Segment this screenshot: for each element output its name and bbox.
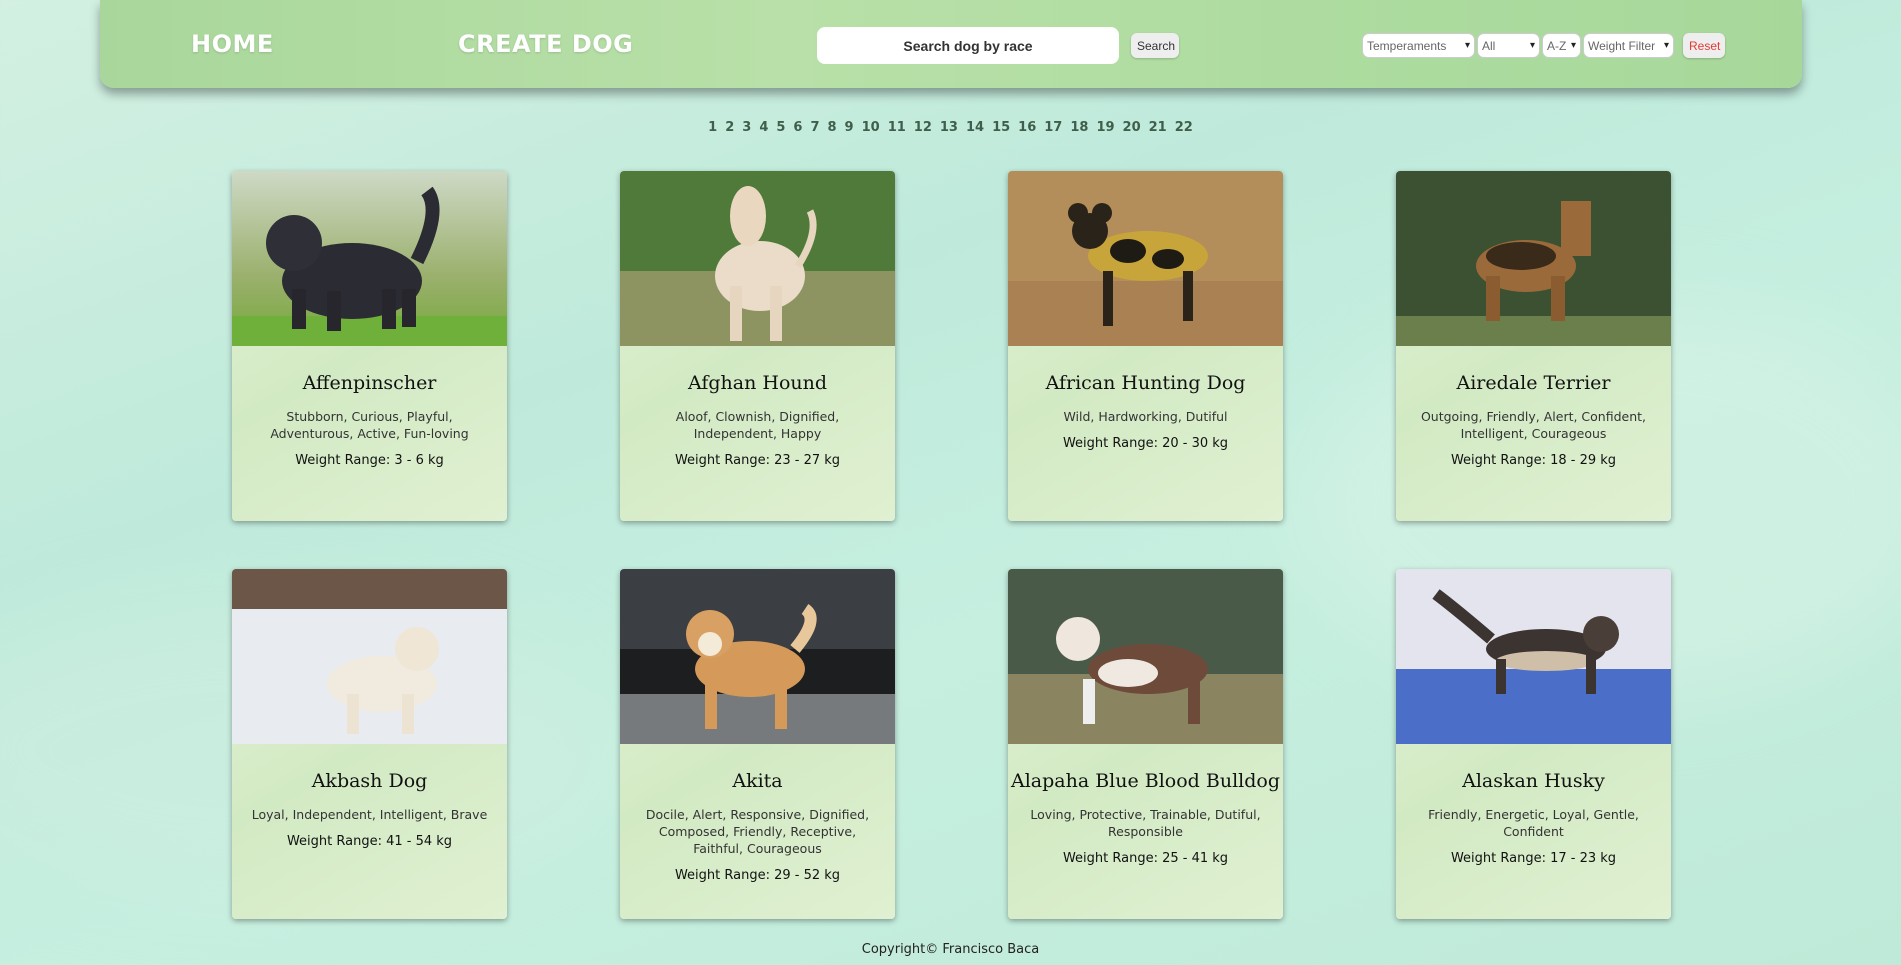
- dog-weight-range: Weight Range: 25 - 41 kg: [1062, 851, 1229, 866]
- page-link[interactable]: 15: [992, 120, 1010, 135]
- page-link[interactable]: 21: [1149, 120, 1167, 135]
- dog-temperaments: Friendly, Energetic, Loyal, Gentle, Conf…: [1428, 807, 1639, 839]
- page-link[interactable]: 19: [1096, 120, 1114, 135]
- page-link[interactable]: 12: [914, 120, 932, 135]
- origin-select[interactable]: All ▾: [1477, 33, 1540, 58]
- page-link[interactable]: 9: [845, 120, 854, 135]
- dog-name: Affenpinscher: [302, 372, 437, 394]
- chevron-down-icon: ▾: [1663, 40, 1669, 51]
- weight-select[interactable]: Weight Filter ▾: [1583, 33, 1674, 58]
- navbar: HOME CREATE DOG Search Temperaments ▾ Al…: [100, 0, 1802, 88]
- dog-photo: [232, 171, 507, 346]
- dog-card[interactable]: Alaskan Husky Friendly, Energetic, Loyal,…: [1396, 569, 1671, 919]
- page-link[interactable]: 16: [1018, 120, 1036, 135]
- dog-temperaments: Loving, Protective, Trainable, Dutiful, …: [1030, 807, 1261, 839]
- dog-photo: [620, 569, 895, 744]
- dog-photo: [232, 569, 507, 744]
- dog-photo: [1008, 171, 1283, 346]
- dog-temperaments: Docile, Alert, Responsive, Dignified, Co…: [645, 807, 870, 856]
- order-select[interactable]: A-Z ▾: [1542, 33, 1581, 58]
- dog-photo: [1396, 569, 1671, 744]
- dog-weight-range: Weight Range: 29 - 52 kg: [674, 868, 841, 883]
- dog-name: Alaskan Husky: [1462, 770, 1605, 792]
- home-link[interactable]: HOME: [191, 30, 274, 58]
- dog-photo: [1396, 171, 1671, 346]
- page-link[interactable]: 2: [725, 120, 734, 135]
- dog-card[interactable]: Airedale Terrier Outgoing, Friendly, Aler…: [1396, 171, 1671, 521]
- dog-card[interactable]: Alapaha Blue Blood Bulldog Loving, Protec…: [1008, 569, 1283, 919]
- dog-photo: [620, 171, 895, 346]
- page-link[interactable]: 20: [1123, 120, 1141, 135]
- dog-card[interactable]: Akbash Dog Loyal, Independent, Intelligen…: [232, 569, 507, 919]
- page-link[interactable]: 3: [742, 120, 751, 135]
- dog-name: African Hunting Dog: [1045, 372, 1246, 394]
- dog-temperaments: Wild, Hardworking, Dutiful: [1063, 409, 1228, 424]
- page-link[interactable]: 13: [940, 120, 958, 135]
- page-link[interactable]: 10: [862, 120, 880, 135]
- order-select-value: A-Z: [1547, 38, 1567, 53]
- dog-name: Alapaha Blue Blood Bulldog: [1010, 770, 1280, 792]
- pagination: 1 2 3 4 5 6 7 8 9 10 11 12 13 14 15 16 17 18 19 20 21 22: [0, 120, 1901, 135]
- dog-card[interactable]: Akita Docile, Alert, Responsive, Dignifie…: [620, 569, 895, 919]
- search-button[interactable]: Search: [1131, 33, 1179, 58]
- dog-weight-range: Weight Range: 20 - 30 kg: [1062, 436, 1229, 451]
- page-link[interactable]: 8: [828, 120, 837, 135]
- dog-card[interactable]: African Hunting Dog Wild, Hardworking, Du…: [1008, 171, 1283, 521]
- weight-select-value: Weight Filter: [1588, 38, 1656, 53]
- dog-card[interactable]: Affenpinscher Stubborn, Curious, Playful,…: [232, 171, 507, 521]
- create-dog-link[interactable]: CREATE DOG: [458, 30, 633, 58]
- dog-weight-range: Weight Range: 23 - 27 kg: [674, 453, 841, 468]
- dog-weight-range: Weight Range: 17 - 23 kg: [1450, 851, 1617, 866]
- page-link[interactable]: 4: [759, 120, 768, 135]
- page-link[interactable]: 11: [888, 120, 906, 135]
- reset-button[interactable]: Reset: [1683, 33, 1725, 58]
- origin-select-value: All: [1482, 38, 1496, 53]
- page-link[interactable]: 17: [1044, 120, 1062, 135]
- chevron-down-icon: ▾: [1570, 40, 1576, 51]
- dog-weight-range: Weight Range: 3 - 6 kg: [295, 453, 444, 468]
- dog-name: Airedale Terrier: [1456, 372, 1611, 394]
- dog-photo: [1008, 569, 1283, 744]
- dog-temperaments: Outgoing, Friendly, Alert, Confident, In…: [1420, 409, 1647, 441]
- dog-name: Akita: [732, 770, 783, 792]
- dog-temperaments: Loyal, Independent, Intelligent, Brave: [251, 807, 488, 822]
- page-link[interactable]: 18: [1070, 120, 1088, 135]
- dog-temperaments: Stubborn, Curious, Playful, Adventurous,…: [270, 409, 469, 441]
- dog-card[interactable]: Afghan Hound Aloof, Clownish, Dignified, …: [620, 171, 895, 521]
- dog-weight-range: Weight Range: 41 - 54 kg: [286, 834, 453, 849]
- dog-name: Akbash Dog: [311, 770, 428, 792]
- temperaments-select[interactable]: Temperaments ▾: [1362, 33, 1475, 58]
- page-link[interactable]: 7: [810, 120, 819, 135]
- page-link[interactable]: 1: [708, 120, 717, 135]
- page-link[interactable]: 6: [793, 120, 802, 135]
- footer-copyright: Copyright© Francisco Baca: [861, 942, 1040, 957]
- chevron-down-icon: ▾: [1464, 40, 1470, 51]
- dog-name: Afghan Hound: [687, 372, 828, 394]
- page-link[interactable]: 5: [776, 120, 785, 135]
- dog-weight-range: Weight Range: 18 - 29 kg: [1450, 453, 1617, 468]
- dog-temperaments: Aloof, Clownish, Dignified, Independent,…: [675, 409, 840, 441]
- search-input[interactable]: [817, 27, 1119, 64]
- chevron-down-icon: ▾: [1529, 40, 1535, 51]
- page-link[interactable]: 14: [966, 120, 984, 135]
- temperaments-select-value: Temperaments: [1367, 38, 1447, 53]
- page-link[interactable]: 22: [1175, 120, 1193, 135]
